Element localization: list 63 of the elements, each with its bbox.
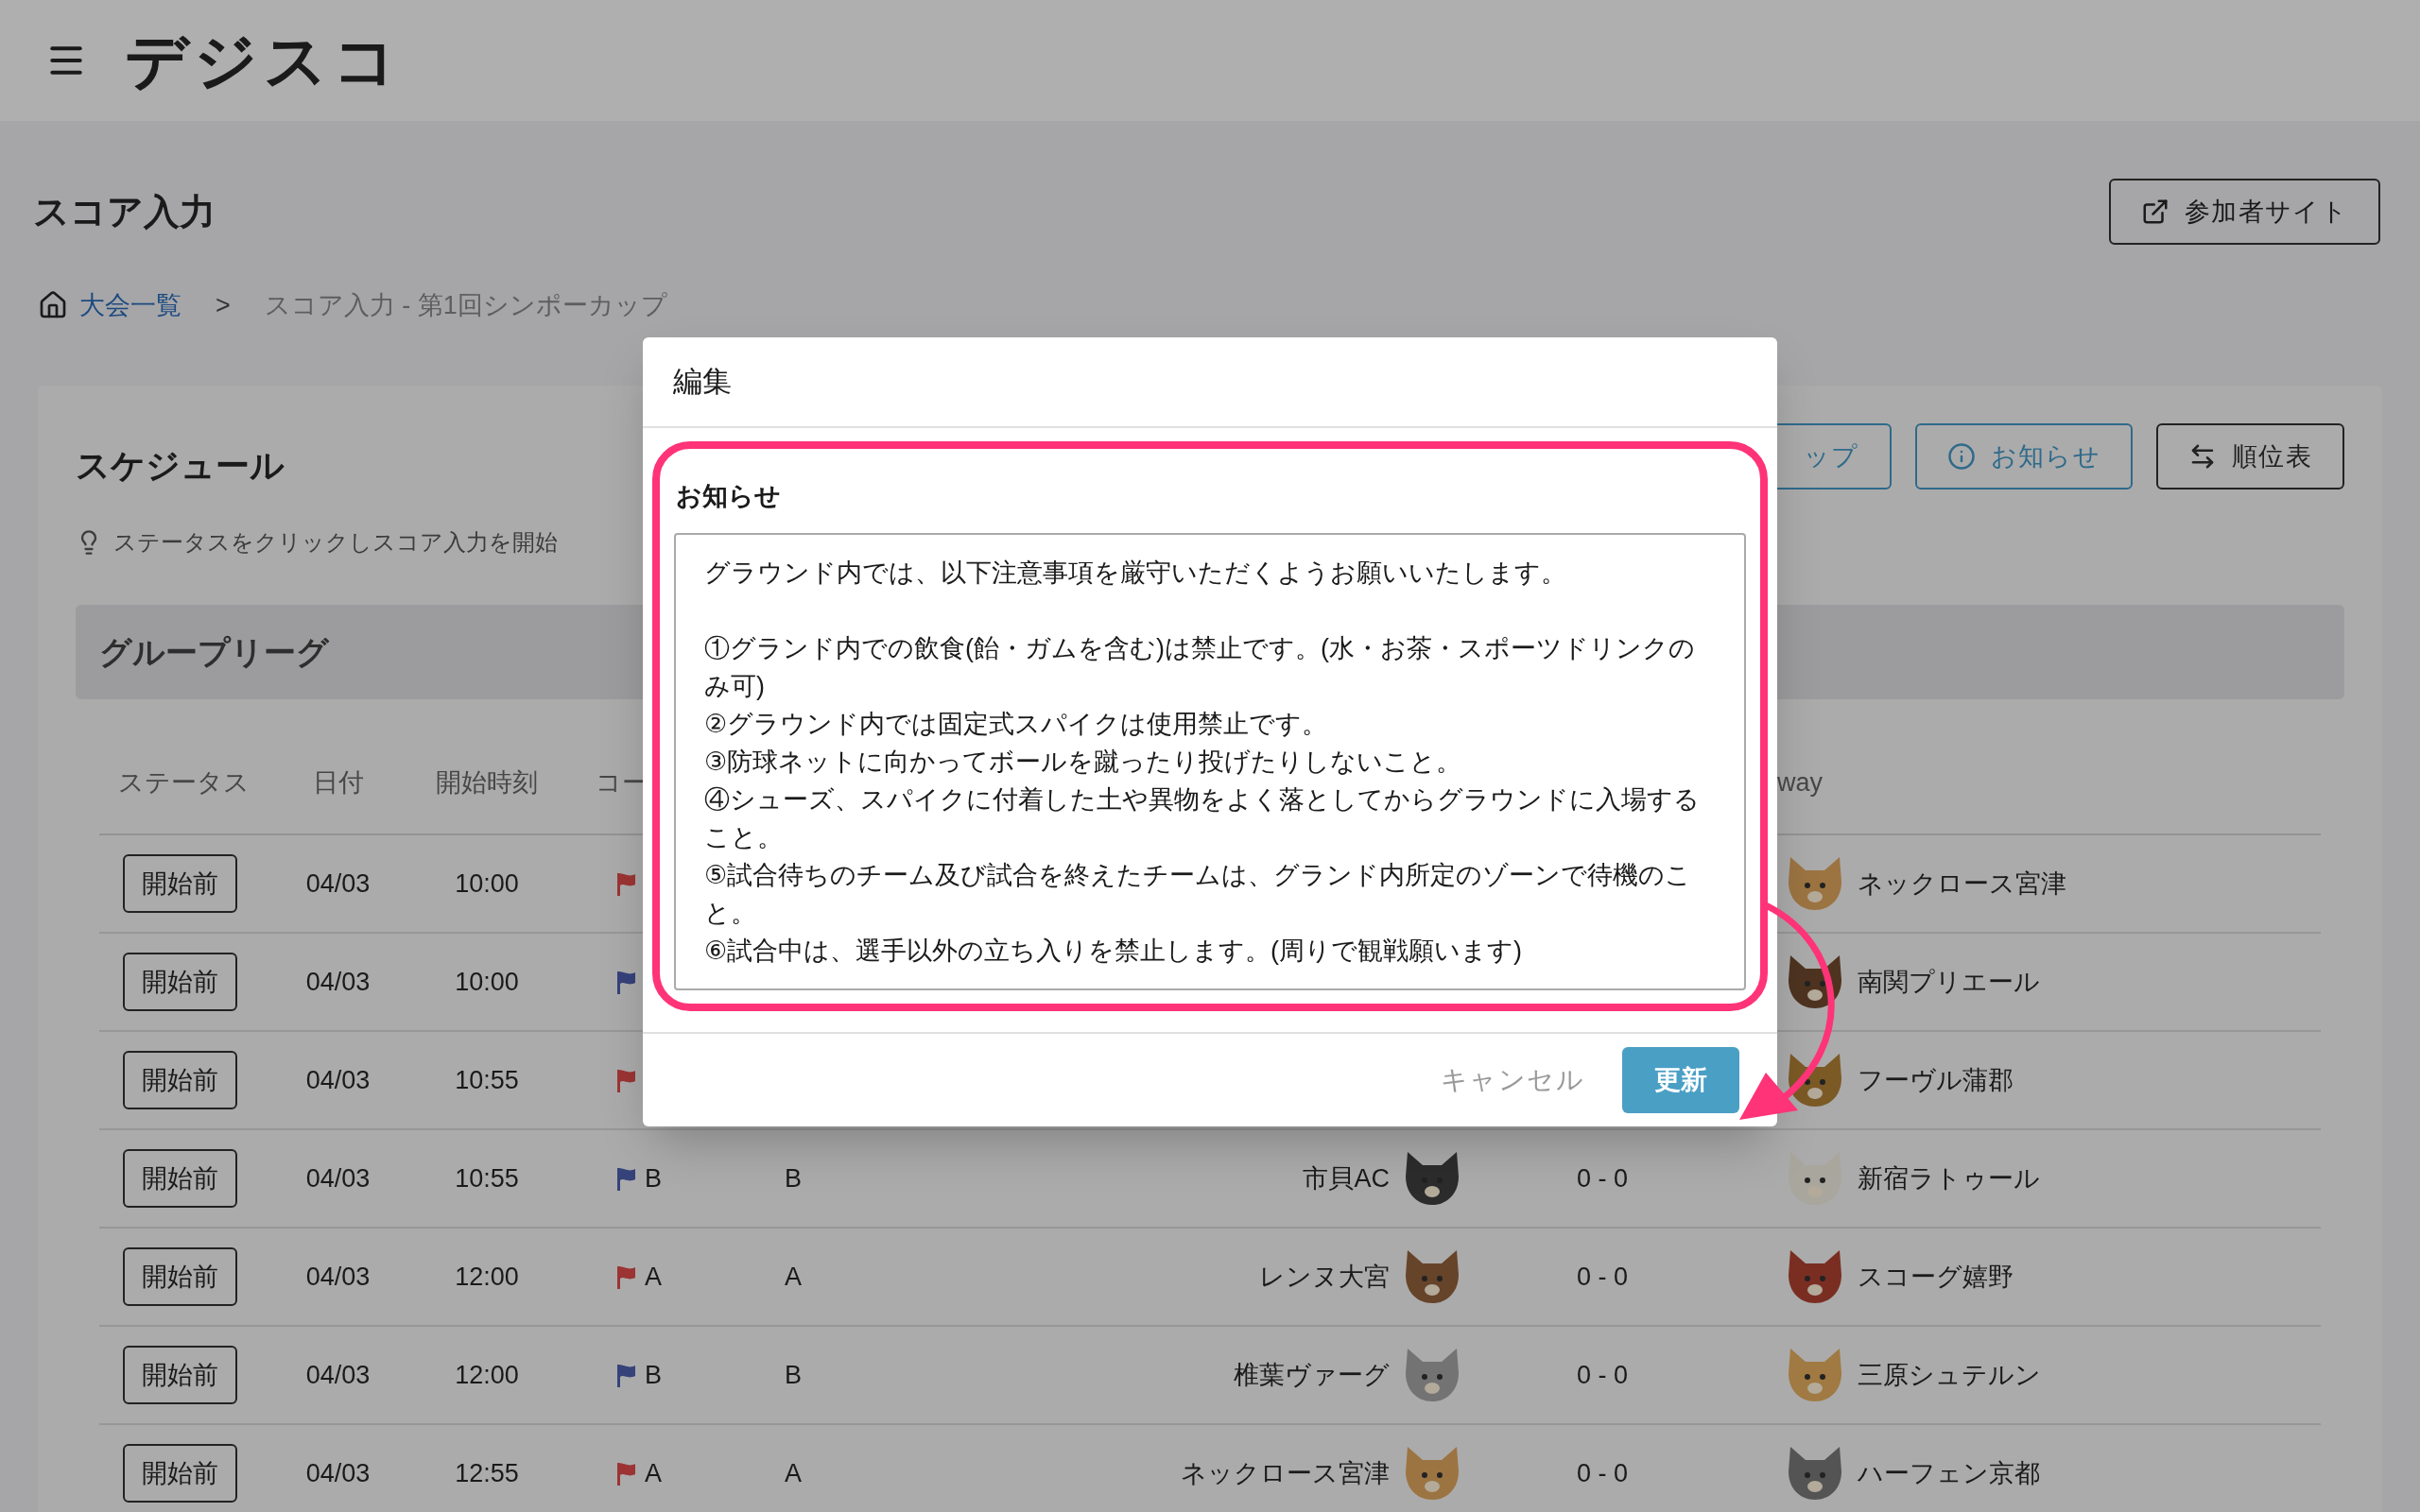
score-cell: 0 - 0 — [1577, 1262, 1628, 1291]
section-title: スケジュール — [76, 445, 285, 487]
group-cell: A — [785, 1458, 802, 1487]
away-team-name: 三原シュテルン — [1858, 1359, 2041, 1391]
date-cell-text: 04/03 — [304, 966, 372, 998]
group-cell: B — [785, 1360, 802, 1389]
column-header: ステータス — [118, 767, 250, 797]
time-cell-text: 12:00 — [454, 1261, 520, 1293]
status-button[interactable]: 開始前 — [123, 1346, 237, 1404]
court-cell-text: A — [645, 1261, 662, 1293]
status-button[interactable]: 開始前 — [123, 1444, 237, 1503]
away-team-name: 南関プリエール — [1858, 966, 2040, 998]
away-team-name: スコーグ嬉野 — [1858, 1261, 2014, 1293]
home-team-name: ネックロース宮津 — [1181, 1457, 1390, 1489]
breadcrumb-separator: > — [216, 289, 231, 321]
away-team-name: 新宿ラトゥール — [1858, 1162, 2040, 1194]
home-team-name: 市貝AC — [1303, 1162, 1390, 1194]
court-cell-text: B — [645, 1162, 662, 1194]
status-button[interactable]: 開始前 — [123, 953, 237, 1011]
away-team-name: ハーフェン京都 — [1858, 1457, 2040, 1489]
score-cell: 0 - 0 — [1577, 1163, 1628, 1193]
date-cell-text: 04/03 — [304, 1064, 372, 1096]
logo: デジスコ — [125, 29, 403, 92]
time-cell-text: 10:55 — [454, 1162, 520, 1194]
status-button[interactable]: 開始前 — [123, 1051, 237, 1109]
time-cell-text: 10:55 — [454, 1064, 520, 1096]
score-cell: 0 - 0 — [1577, 1458, 1628, 1487]
time-cell-text: 12:00 — [454, 1359, 520, 1391]
away-team-name: フーヴル蒲郡 — [1858, 1064, 2014, 1096]
dialog-title: 編集 — [673, 363, 732, 400]
field-label: お知らせ — [675, 481, 782, 512]
status-button[interactable]: 開始前 — [123, 1149, 237, 1208]
time-cell-text: 10:00 — [454, 966, 520, 998]
breadcrumb-link[interactable]: 大会一覧 — [79, 285, 182, 325]
time-cell-text: 10:00 — [454, 868, 520, 900]
breadcrumb-current: スコア入力 - 第1回シンポーカップ — [264, 289, 667, 321]
hint-text: ステータスをクリックしスコア入力を開始 — [113, 528, 558, 557]
column-header: way — [1777, 767, 1823, 797]
away-team-name: ネックロース宮津 — [1858, 868, 2066, 900]
notice-textarea[interactable]: グラウンド内では、以下注意事項を厳守いただくようお願いいたします。 ①グランド内での飲食(飴・ガムを含む)は禁止です。(水・お茶・スポーツドリンクのみ可) ②グラウンド内では固定式スパイクは使用禁止です。 ③防球ネットに向かってボールを蹴ったり投げたりしないこと。 ④シューズ、スパイクに付着した土や異物をよく落としてからグラウンドに入場すること。 ⑤試合待ちのチーム及び試合を終えたチームは、グランド内所定のゾーンで待機のこと。 ⑥試合中は、選手以外の立ち入りを禁止します。(周りで観戦願います) — [674, 532, 1746, 990]
participant-site-button[interactable]: 参加者サイト — [2108, 179, 2380, 245]
home-team-name: 椎葉ヴァーグ — [1234, 1359, 1390, 1391]
time-cell-text: 12:55 — [454, 1457, 520, 1489]
info-icon — [1946, 442, 1976, 471]
group-cell: A — [785, 1262, 802, 1291]
column-header: 日付 — [312, 767, 364, 797]
standings-button[interactable]: 順位表 — [2155, 423, 2344, 490]
date-cell-text: 04/03 — [304, 1457, 372, 1489]
group-title: グループリーグ — [99, 632, 329, 672]
date-cell-text: 04/03 — [304, 1162, 372, 1194]
home-icon[interactable] — [38, 290, 68, 320]
date-cell-text: 04/03 — [304, 1261, 372, 1293]
home-team-name: レンヌ大宮 — [1259, 1261, 1390, 1293]
page-title: スコア入力 — [33, 190, 216, 233]
group-cell: B — [785, 1163, 802, 1193]
date-cell-text: 04/03 — [304, 868, 372, 900]
status-button[interactable]: 開始前 — [123, 1247, 237, 1306]
court-cell-text: A — [645, 1457, 662, 1489]
date-cell-text: 04/03 — [304, 1359, 372, 1391]
column-header: 開始時刻 — [436, 767, 538, 797]
court-cell-text: B — [645, 1359, 662, 1391]
status-button[interactable]: 開始前 — [123, 854, 237, 913]
score-cell: 0 - 0 — [1577, 1360, 1628, 1389]
